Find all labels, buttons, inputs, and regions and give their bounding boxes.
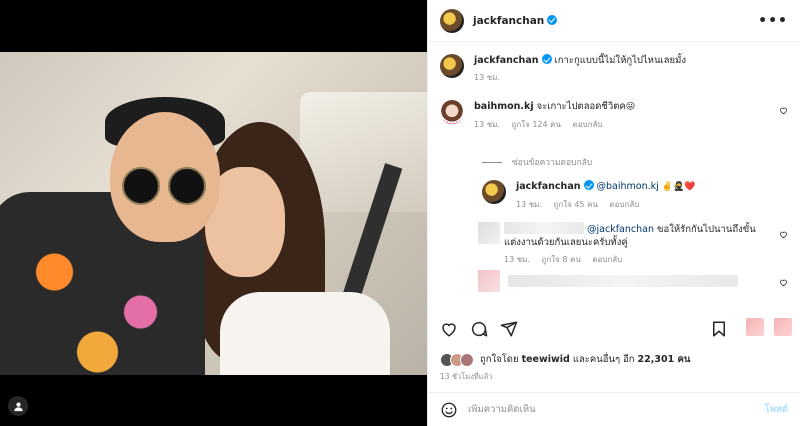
heart-icon[interactable] bbox=[440, 320, 458, 338]
smiley-icon[interactable] bbox=[440, 401, 458, 419]
woman-top bbox=[220, 292, 390, 375]
avatar[interactable] bbox=[482, 180, 506, 204]
more-options-icon[interactable]: ••• bbox=[758, 13, 788, 29]
user-tag-icon[interactable] bbox=[8, 396, 28, 416]
action-bar bbox=[440, 318, 788, 340]
sunglasses-left bbox=[122, 167, 160, 205]
reply-body: @jackfanchan ขอให้รักกันไปนานถึงขั้นแต่ง… bbox=[504, 222, 788, 266]
reply-item: jackfanchan @baihmon.kj ✌️🥷❤️ 13 ชม. ถูก… bbox=[482, 180, 788, 211]
blurred-avatar bbox=[478, 270, 500, 292]
reply-time: 13 ชม. bbox=[516, 200, 542, 209]
comment-likes[interactable]: ถูกใจ 124 คน bbox=[512, 120, 561, 129]
comment-input[interactable] bbox=[468, 404, 765, 415]
blurred-overlay bbox=[746, 318, 792, 336]
comment-composer: โพสต์ bbox=[428, 392, 800, 426]
hide-replies-label: ซ่อนข้อความตอบกลับ bbox=[512, 158, 593, 168]
reply-meta: 13 ชม. ถูกใจ 45 คน ตอบกลับ bbox=[516, 198, 788, 211]
post-photo[interactable] bbox=[0, 52, 427, 375]
caption-body: jackfanchan เกาะกูแบบนี้ไม่ให้กูไปไหนเลย… bbox=[474, 54, 788, 84]
post-time[interactable]: 13 ชั่วโมงที่แล้ว bbox=[440, 371, 492, 383]
verified-badge-icon bbox=[583, 180, 594, 190]
blurred-body bbox=[508, 270, 788, 292]
likes-prefix: ถูกใจโดย bbox=[480, 354, 519, 365]
comment-username[interactable]: baihmon.kj bbox=[474, 101, 534, 112]
reply-item: @jackfanchan ขอให้รักกันไปนานถึงขั้นแต่ง… bbox=[478, 222, 788, 266]
caption-meta: 13 ชม. bbox=[474, 71, 788, 84]
reply-likes[interactable]: ถูกใจ 45 คน bbox=[554, 200, 598, 209]
liker-username[interactable]: teewiwid bbox=[522, 354, 570, 365]
avatar[interactable] bbox=[440, 54, 464, 78]
reply-meta: 13 ชม. ถูกใจ 8 คน ตอบกลับ bbox=[504, 253, 788, 266]
liker-avatars bbox=[440, 352, 474, 367]
blurred-comment bbox=[478, 270, 788, 292]
caption-username[interactable]: jackfanchan bbox=[474, 55, 539, 66]
bookmark-icon[interactable] bbox=[710, 320, 728, 338]
comment-meta: 13 ชม. ถูกใจ 124 คน ตอบกลับ bbox=[474, 118, 788, 131]
post-header: jackfanchan ••• bbox=[428, 0, 800, 42]
blurred-text bbox=[508, 275, 738, 287]
reply-button[interactable]: ตอบกลับ bbox=[609, 200, 639, 209]
blurred-avatar bbox=[478, 222, 500, 244]
caption-time: 13 ชม. bbox=[474, 73, 500, 82]
post-detail-panel: jackfanchan ••• jackfanchan เกาะกูแบบนี้… bbox=[427, 0, 800, 426]
likes-count[interactable]: 22,301 คน bbox=[638, 352, 691, 367]
reply-username[interactable]: jackfanchan bbox=[516, 181, 581, 192]
reply-button[interactable]: ตอบกลับ bbox=[592, 255, 622, 264]
post-button[interactable]: โพสต์ bbox=[765, 402, 788, 417]
comment-icon[interactable] bbox=[470, 320, 488, 338]
comment-body: baihmon.kj จะเกาะไปตลอดชีวิตค😜 13 ชม. ถู… bbox=[474, 100, 788, 131]
verified-badge-icon bbox=[541, 54, 552, 64]
reply-button[interactable]: ตอบกลับ bbox=[573, 120, 603, 129]
send-icon[interactable] bbox=[500, 320, 518, 338]
comment-heart-icon[interactable] bbox=[779, 278, 788, 287]
instagram-post-view: jackfanchan ••• jackfanchan เกาะกูแบบนี้… bbox=[0, 0, 800, 426]
verified-badge-icon bbox=[547, 14, 558, 25]
caption: jackfanchan เกาะกูแบบนี้ไม่ให้กูไปไหนเลย… bbox=[440, 54, 788, 84]
reply-mention[interactable]: @jackfanchan bbox=[587, 224, 654, 235]
reply-mention[interactable]: @baihmon.kj bbox=[597, 181, 659, 192]
reply-time: 13 ชม. bbox=[504, 255, 530, 264]
reply-likes[interactable]: ถูกใจ 8 คน bbox=[542, 255, 581, 264]
avatar[interactable] bbox=[440, 8, 464, 33]
caption-text: เกาะกูแบบนี้ไม่ให้กูไปไหนเลยมั้ง bbox=[554, 55, 686, 66]
media-panel bbox=[0, 0, 427, 426]
reply-emoji: ✌️🥷❤️ bbox=[661, 182, 696, 192]
sunglasses-right bbox=[168, 167, 206, 205]
likes-summary[interactable]: ถูกใจโดย teewiwid และคนอื่นๆ อีก 22,301 … bbox=[440, 352, 693, 367]
likes-middle: และคนอื่นๆ อีก bbox=[572, 354, 635, 365]
avatar[interactable] bbox=[440, 100, 464, 124]
divider bbox=[482, 161, 502, 163]
comment-item: baihmon.kj จะเกาะไปตลอดชีวิตค😜 13 ชม. ถู… bbox=[440, 100, 788, 131]
hide-replies-button[interactable]: ซ่อนข้อความตอบกลับ bbox=[482, 155, 592, 169]
comment-emoji: 😜 bbox=[625, 102, 636, 112]
comment-heart-icon[interactable] bbox=[779, 106, 788, 115]
header-username[interactable]: jackfanchan bbox=[473, 14, 558, 27]
reply-body: jackfanchan @baihmon.kj ✌️🥷❤️ 13 ชม. ถูก… bbox=[516, 180, 788, 211]
blurred-username bbox=[504, 222, 584, 234]
comment-time: 13 ชม. bbox=[474, 120, 500, 129]
comment-heart-icon[interactable] bbox=[779, 230, 788, 239]
comments-section: jackfanchan เกาะกูแบบนี้ไม่ให้กูไปไหนเลย… bbox=[428, 42, 800, 310]
comment-text: จะเกาะไปตลอดชีวิตค bbox=[536, 101, 626, 112]
